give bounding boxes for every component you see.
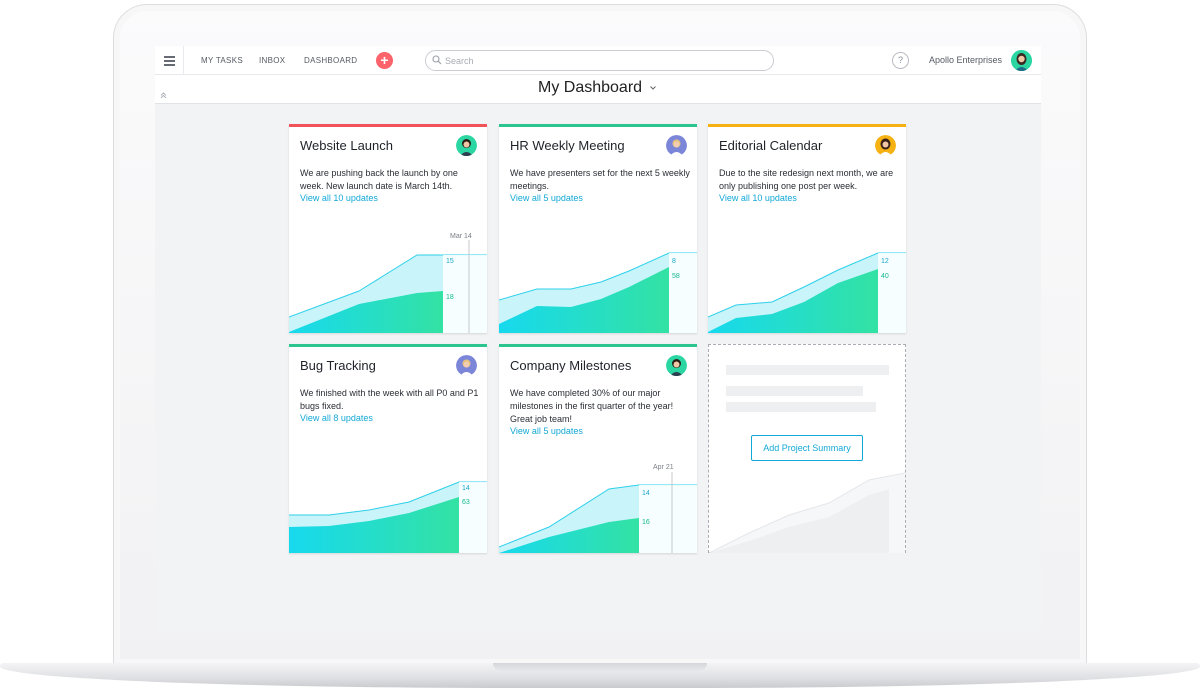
owner-avatar[interactable] [456, 135, 477, 156]
project-card-bug-tracking[interactable]: 14 63 Bug Tracking We finished with the … [289, 344, 487, 553]
chart-label-bottom: 18 [446, 294, 454, 301]
progress-area-chart: Mar 14 15 18 [289, 233, 487, 333]
chart-label-top: 15 [446, 258, 454, 265]
progress-area-chart: 8 58 [499, 252, 697, 333]
placeholder-line [726, 365, 889, 375]
person-icon [1011, 50, 1032, 71]
search-input[interactable] [445, 54, 765, 68]
card-description: We have presenters set for the next 5 we… [510, 168, 690, 191]
chart-label-top: 12 [881, 258, 889, 265]
view-updates-link[interactable]: View all 10 updates [300, 193, 378, 203]
chart-label-top: 8 [672, 258, 676, 265]
card-title[interactable]: Editorial Calendar [719, 138, 822, 153]
card-title[interactable]: Website Launch [300, 138, 393, 153]
quick-add-button[interactable]: + [376, 52, 393, 69]
chevron-down-icon[interactable] [649, 85, 657, 91]
page-title[interactable]: My Dashboard [538, 79, 642, 97]
card-description: We finished with the week with all P0 an… [300, 388, 479, 411]
owner-avatar[interactable] [666, 135, 687, 156]
chart-label-bottom: 58 [672, 273, 680, 280]
owner-avatar[interactable] [875, 135, 896, 156]
app-screen: MY TASKS INBOX DASHBOARD + ? Apollo Ente… [155, 46, 1041, 631]
search-bar[interactable] [425, 50, 774, 71]
card-description: We have completed 30% of our major miles… [510, 388, 674, 424]
placeholder-line [726, 386, 863, 396]
view-updates-link[interactable]: View all 10 updates [719, 193, 797, 203]
chart-label-bottom: 63 [462, 499, 470, 506]
owner-avatar[interactable] [666, 355, 687, 376]
person-icon [875, 135, 896, 156]
chart-future-area [669, 253, 697, 333]
placeholder-line [726, 402, 876, 412]
collapse-up-icon[interactable] [160, 92, 167, 99]
person-icon [456, 135, 477, 156]
owner-avatar[interactable] [456, 355, 477, 376]
chart-label-top: 14 [462, 485, 470, 492]
progress-area-chart: 12 40 [708, 252, 906, 333]
card-title[interactable]: HR Weekly Meeting [510, 138, 625, 153]
person-icon [456, 355, 477, 376]
view-updates-link[interactable]: View all 5 updates [510, 193, 583, 203]
search-icon [432, 55, 442, 65]
page-header: My Dashboard [155, 75, 1041, 104]
add-project-placeholder[interactable]: Add Project Summary [708, 344, 906, 553]
view-updates-link[interactable]: View all 8 updates [300, 413, 373, 423]
chart-label-top: 14 [642, 490, 650, 497]
date-marker-label: Mar 14 [450, 233, 472, 240]
card-title[interactable]: Bug Tracking [300, 358, 376, 373]
project-card-hr-weekly-meeting[interactable]: 8 58 HR Weekly Meeting We have presenter… [499, 124, 697, 333]
help-button[interactable]: ? [892, 52, 909, 69]
card-description: Due to the site redesign next month, we … [719, 168, 894, 191]
person-icon [666, 135, 687, 156]
top-bar: MY TASKS INBOX DASHBOARD + ? Apollo Ente… [155, 46, 1041, 75]
date-marker-label: Apr 21 [653, 464, 674, 471]
project-card-editorial-calendar[interactable]: 12 40 Editorial Calendar Due to the site… [708, 124, 906, 333]
organization-name[interactable]: Apollo Enterprises [929, 55, 1002, 65]
card-description: We are pushing back the launch by one we… [300, 168, 458, 191]
placeholder-chart [709, 472, 905, 553]
nav-dashboard[interactable]: DASHBOARD [304, 56, 357, 65]
progress-area-chart: Apr 21 14 16 [499, 464, 697, 553]
chart-future-area [878, 253, 906, 333]
nav-inbox[interactable]: INBOX [259, 56, 285, 65]
chart-future-area [459, 482, 487, 553]
project-card-website-launch[interactable]: Mar 14 15 18 Website Launch We are pushi… [289, 124, 487, 333]
user-avatar[interactable] [1011, 50, 1032, 71]
laptop-notch [493, 663, 707, 671]
card-title[interactable]: Company Milestones [510, 358, 631, 373]
progress-area-chart: 14 63 [289, 481, 487, 553]
project-card-company-milestones[interactable]: Apr 21 14 16 Company Milestones We have … [499, 344, 697, 553]
view-updates-link[interactable]: View all 5 updates [510, 426, 583, 436]
chart-label-bottom: 40 [881, 273, 889, 280]
chart-label-bottom: 16 [642, 519, 650, 526]
person-icon [666, 355, 687, 376]
nav-my-tasks[interactable]: MY TASKS [201, 56, 243, 65]
hamburger-menu-icon[interactable] [155, 46, 184, 75]
